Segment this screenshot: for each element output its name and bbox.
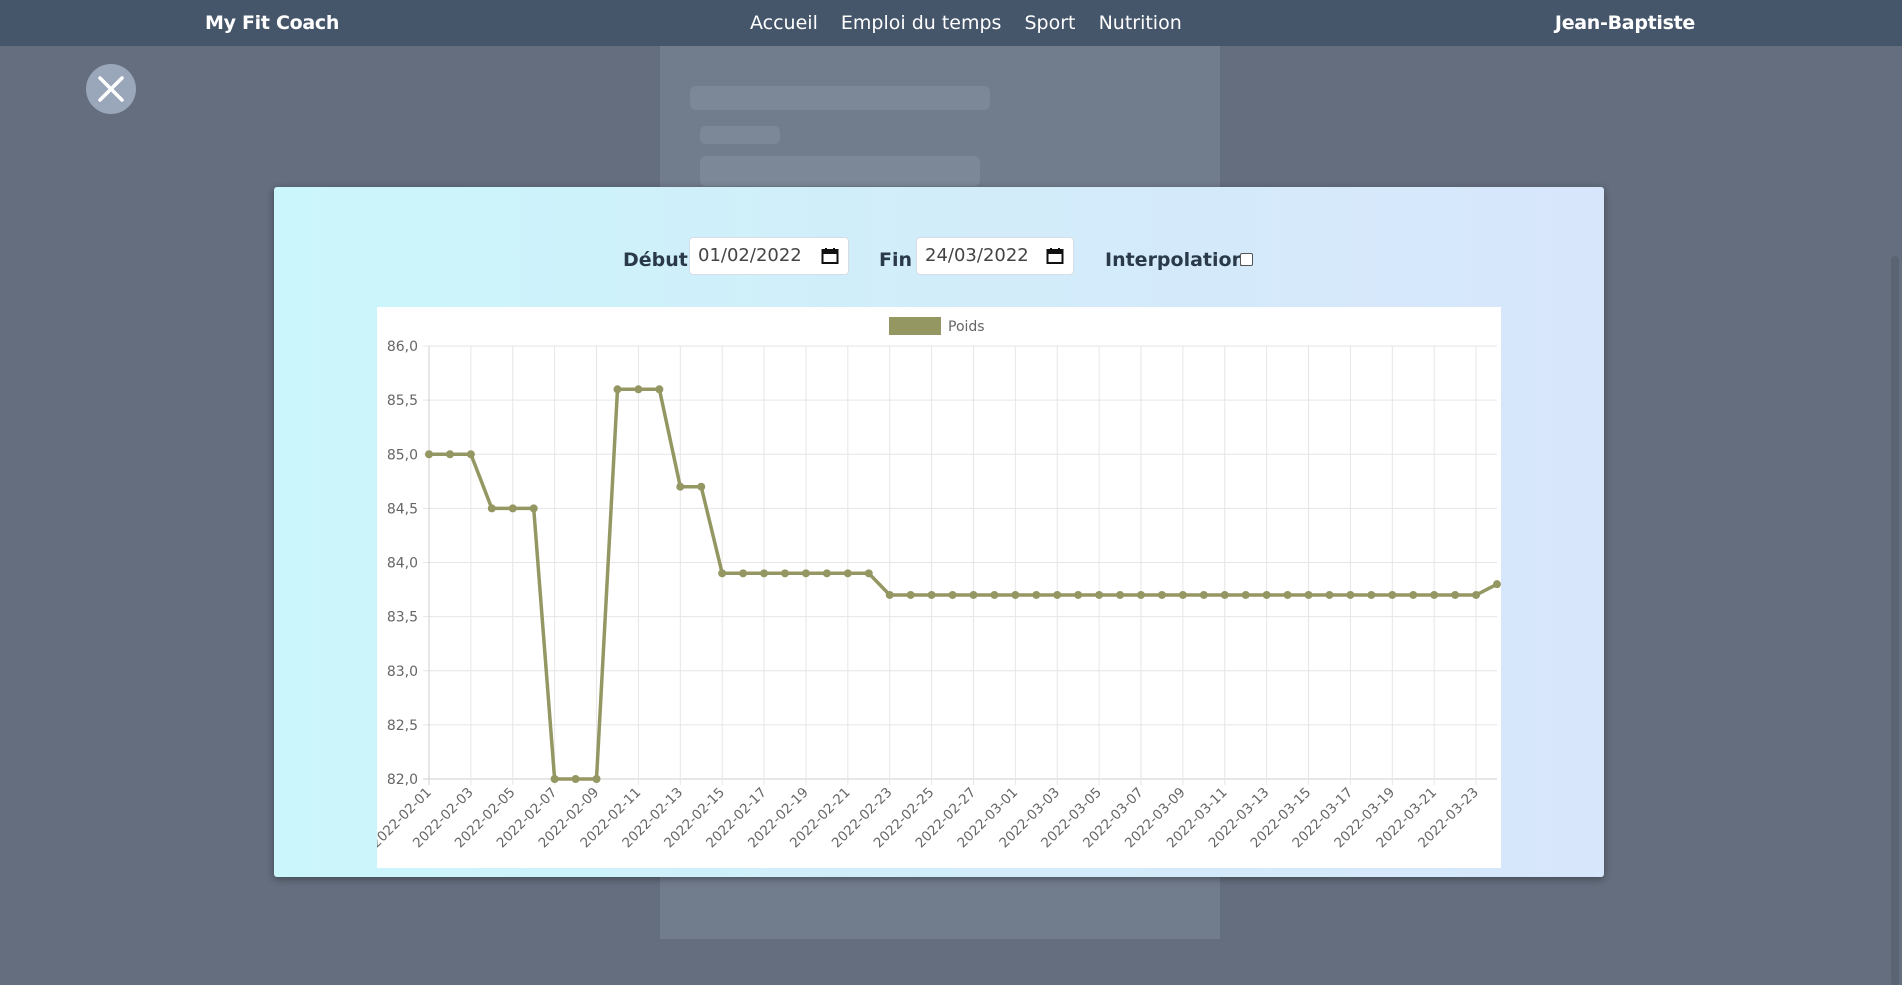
y-tick-label: 86,0 xyxy=(387,339,418,355)
data-point xyxy=(969,590,978,599)
data-point xyxy=(1451,590,1460,599)
y-tick-label: 82,5 xyxy=(387,718,418,734)
data-point xyxy=(948,590,957,599)
data-point xyxy=(1032,590,1041,599)
calendar-icon[interactable] xyxy=(1046,247,1064,265)
y-tick-label: 82,0 xyxy=(387,772,418,788)
data-point xyxy=(822,569,831,578)
data-point xyxy=(801,569,810,578)
data-point xyxy=(1199,590,1208,599)
scrollbar[interactable] xyxy=(1888,46,1902,985)
start-date-label: Début xyxy=(623,249,688,271)
data-point xyxy=(739,569,748,578)
legend-label: Poids xyxy=(948,319,985,335)
data-point xyxy=(571,775,580,783)
start-date-input[interactable]: 01/02/2022 xyxy=(689,237,849,275)
data-point xyxy=(592,775,601,783)
data-point xyxy=(1304,590,1313,599)
data-point xyxy=(927,590,936,599)
legend-swatch xyxy=(889,317,941,335)
data-point xyxy=(885,590,894,599)
series-line-poids xyxy=(429,387,1498,781)
user-name[interactable]: Jean-Baptiste xyxy=(1555,0,1695,46)
end-date-value: 24/03/2022 xyxy=(925,245,1029,266)
data-point xyxy=(529,504,538,513)
y-tick-label: 84,0 xyxy=(387,556,418,572)
weight-chart: 86,0 85,5 85,0 84,5 84,0 83,5 83,0 82,5 82,0 202… xyxy=(368,307,1501,868)
nav-link-accueil[interactable]: Accueil xyxy=(750,12,818,34)
data-point xyxy=(906,590,915,599)
data-point xyxy=(613,385,622,394)
nav-link-emploi-du-temps[interactable]: Emploi du temps xyxy=(841,12,1002,34)
chart-modal: Début 01/02/2022 Fin 24/03/2022 Interpol… xyxy=(274,187,1604,877)
data-point xyxy=(990,590,999,599)
brand-logo[interactable]: My Fit Coach xyxy=(205,0,339,46)
data-point xyxy=(1178,590,1187,599)
y-tick-label: 83,5 xyxy=(387,610,418,626)
data-point xyxy=(550,775,559,783)
data-point xyxy=(1116,590,1125,599)
nav-link-nutrition[interactable]: Nutrition xyxy=(1099,12,1182,34)
data-point xyxy=(781,569,789,578)
data-point xyxy=(508,504,517,513)
data-point xyxy=(676,482,685,491)
data-point xyxy=(1095,590,1104,599)
data-point xyxy=(1409,590,1418,599)
data-point xyxy=(760,569,769,578)
y-tick-label: 85,0 xyxy=(387,447,418,463)
nav-links: Accueil Emploi du temps Sport Nutrition xyxy=(750,0,1199,46)
data-point xyxy=(697,482,706,491)
background-element xyxy=(690,86,990,110)
data-point xyxy=(1157,590,1166,599)
data-point xyxy=(634,385,643,394)
navbar: My Fit Coach Accueil Emploi du temps Spo… xyxy=(0,0,1902,46)
interpolation-label: Interpolation xyxy=(1105,249,1246,271)
data-point xyxy=(1220,590,1229,599)
data-point xyxy=(466,450,475,459)
data-point xyxy=(1325,590,1334,599)
data-point xyxy=(718,569,727,578)
data-point xyxy=(1367,590,1376,599)
data-point xyxy=(1283,590,1292,599)
background-element xyxy=(700,126,780,144)
data-point xyxy=(1011,590,1020,599)
date-filter-bar: Début 01/02/2022 Fin 24/03/2022 Interpol… xyxy=(274,237,1604,277)
start-date-value: 01/02/2022 xyxy=(698,245,802,266)
data-point xyxy=(1346,590,1355,599)
calendar-icon[interactable] xyxy=(821,247,839,265)
data-point xyxy=(1430,590,1439,599)
data-point xyxy=(425,450,433,459)
data-point xyxy=(843,569,852,578)
chart-svg: 86,085,585,084,584,083,583,082,582,0 202… xyxy=(368,317,1501,851)
data-point xyxy=(1053,590,1062,599)
data-point xyxy=(1388,590,1397,599)
end-date-label: Fin xyxy=(879,249,913,271)
y-tick-label: 84,5 xyxy=(387,501,418,517)
data-point xyxy=(1137,590,1145,599)
close-button[interactable] xyxy=(86,64,136,114)
data-point xyxy=(487,504,496,513)
y-tick-label: 83,0 xyxy=(387,664,418,680)
scrollbar-thumb[interactable] xyxy=(1891,256,1899,985)
data-point xyxy=(864,569,873,578)
interpolation-checkbox[interactable] xyxy=(1240,253,1253,266)
data-point xyxy=(1262,590,1271,599)
data-point xyxy=(445,450,454,459)
data-point xyxy=(1241,590,1250,599)
data-point xyxy=(1493,580,1501,589)
data-point xyxy=(1472,590,1481,599)
nav-link-sport[interactable]: Sport xyxy=(1025,12,1076,34)
background-element xyxy=(700,156,980,186)
end-date-input[interactable]: 24/03/2022 xyxy=(916,237,1074,275)
data-point xyxy=(1074,590,1083,599)
data-point xyxy=(655,385,664,394)
y-tick-label: 85,5 xyxy=(387,393,418,409)
close-icon xyxy=(98,76,124,102)
